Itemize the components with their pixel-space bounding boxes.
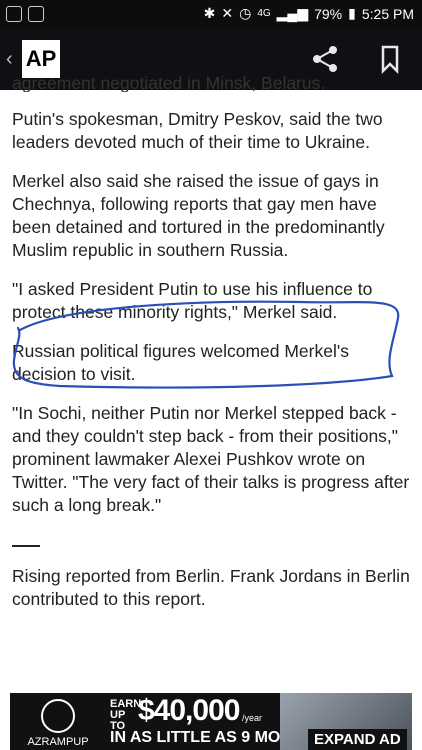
- paragraph-3-quote: "I asked President Putin to use his infl…: [12, 279, 373, 322]
- cast-icon: [28, 6, 44, 22]
- back-icon[interactable]: ‹: [6, 48, 13, 71]
- ad-amount: $40,000: [138, 694, 240, 727]
- paragraph-5: "In Sochi, neither Putin nor Merkel step…: [12, 403, 410, 515]
- paragraph-1: Putin's spokesman, Dmitry Peskov, said t…: [12, 109, 383, 152]
- bookmark-icon[interactable]: [376, 44, 404, 74]
- ad-per-year: /year: [242, 713, 263, 723]
- brand-logo-icon: [41, 699, 75, 733]
- network-label: 4G: [257, 8, 271, 19]
- notification-icons: [6, 6, 44, 22]
- bluetooth-icon: ✱: [203, 5, 216, 21]
- mute-icon: ✕: [221, 5, 234, 21]
- paragraph-2: Merkel also said she raised the issue of…: [12, 171, 385, 260]
- directv-icon: [6, 6, 22, 22]
- clock: 5:25 PM: [361, 5, 414, 22]
- article-body: agreement negotiated in Minsk, Belarus. …: [12, 72, 412, 627]
- cut-off-line: agreement negotiated in Minsk, Belarus.: [12, 73, 326, 92]
- ad-brand-name: AZRAMPUP: [27, 736, 89, 748]
- status-bar: ✱ ✕ ◷ 4G ▂▄▆ 79% ▮ 5:25 PM: [0, 0, 422, 28]
- battery-icon: ▮: [348, 5, 356, 21]
- divider: [12, 545, 40, 547]
- paragraph-4: Russian political figures welcomed Merke…: [12, 341, 349, 384]
- share-icon[interactable]: [310, 44, 340, 74]
- ad-earn-label: EARN UP TO: [110, 698, 142, 732]
- battery-percent: 79%: [314, 5, 343, 22]
- ad-banner[interactable]: AZRAMPUP EARN UP TO $40,000 /year IN AS …: [10, 693, 412, 750]
- signal-icon: ▂▄▆: [276, 5, 309, 21]
- alarm-icon: ◷: [239, 5, 252, 21]
- byline: Rising reported from Berlin. Frank Jorda…: [12, 566, 410, 609]
- ad-brand: AZRAMPUP: [18, 699, 98, 748]
- system-indicators: ✱ ✕ ◷ 4G ▂▄▆ 79% ▮ 5:25 PM: [204, 5, 414, 22]
- expand-ad-button[interactable]: EXPAND AD: [308, 729, 407, 750]
